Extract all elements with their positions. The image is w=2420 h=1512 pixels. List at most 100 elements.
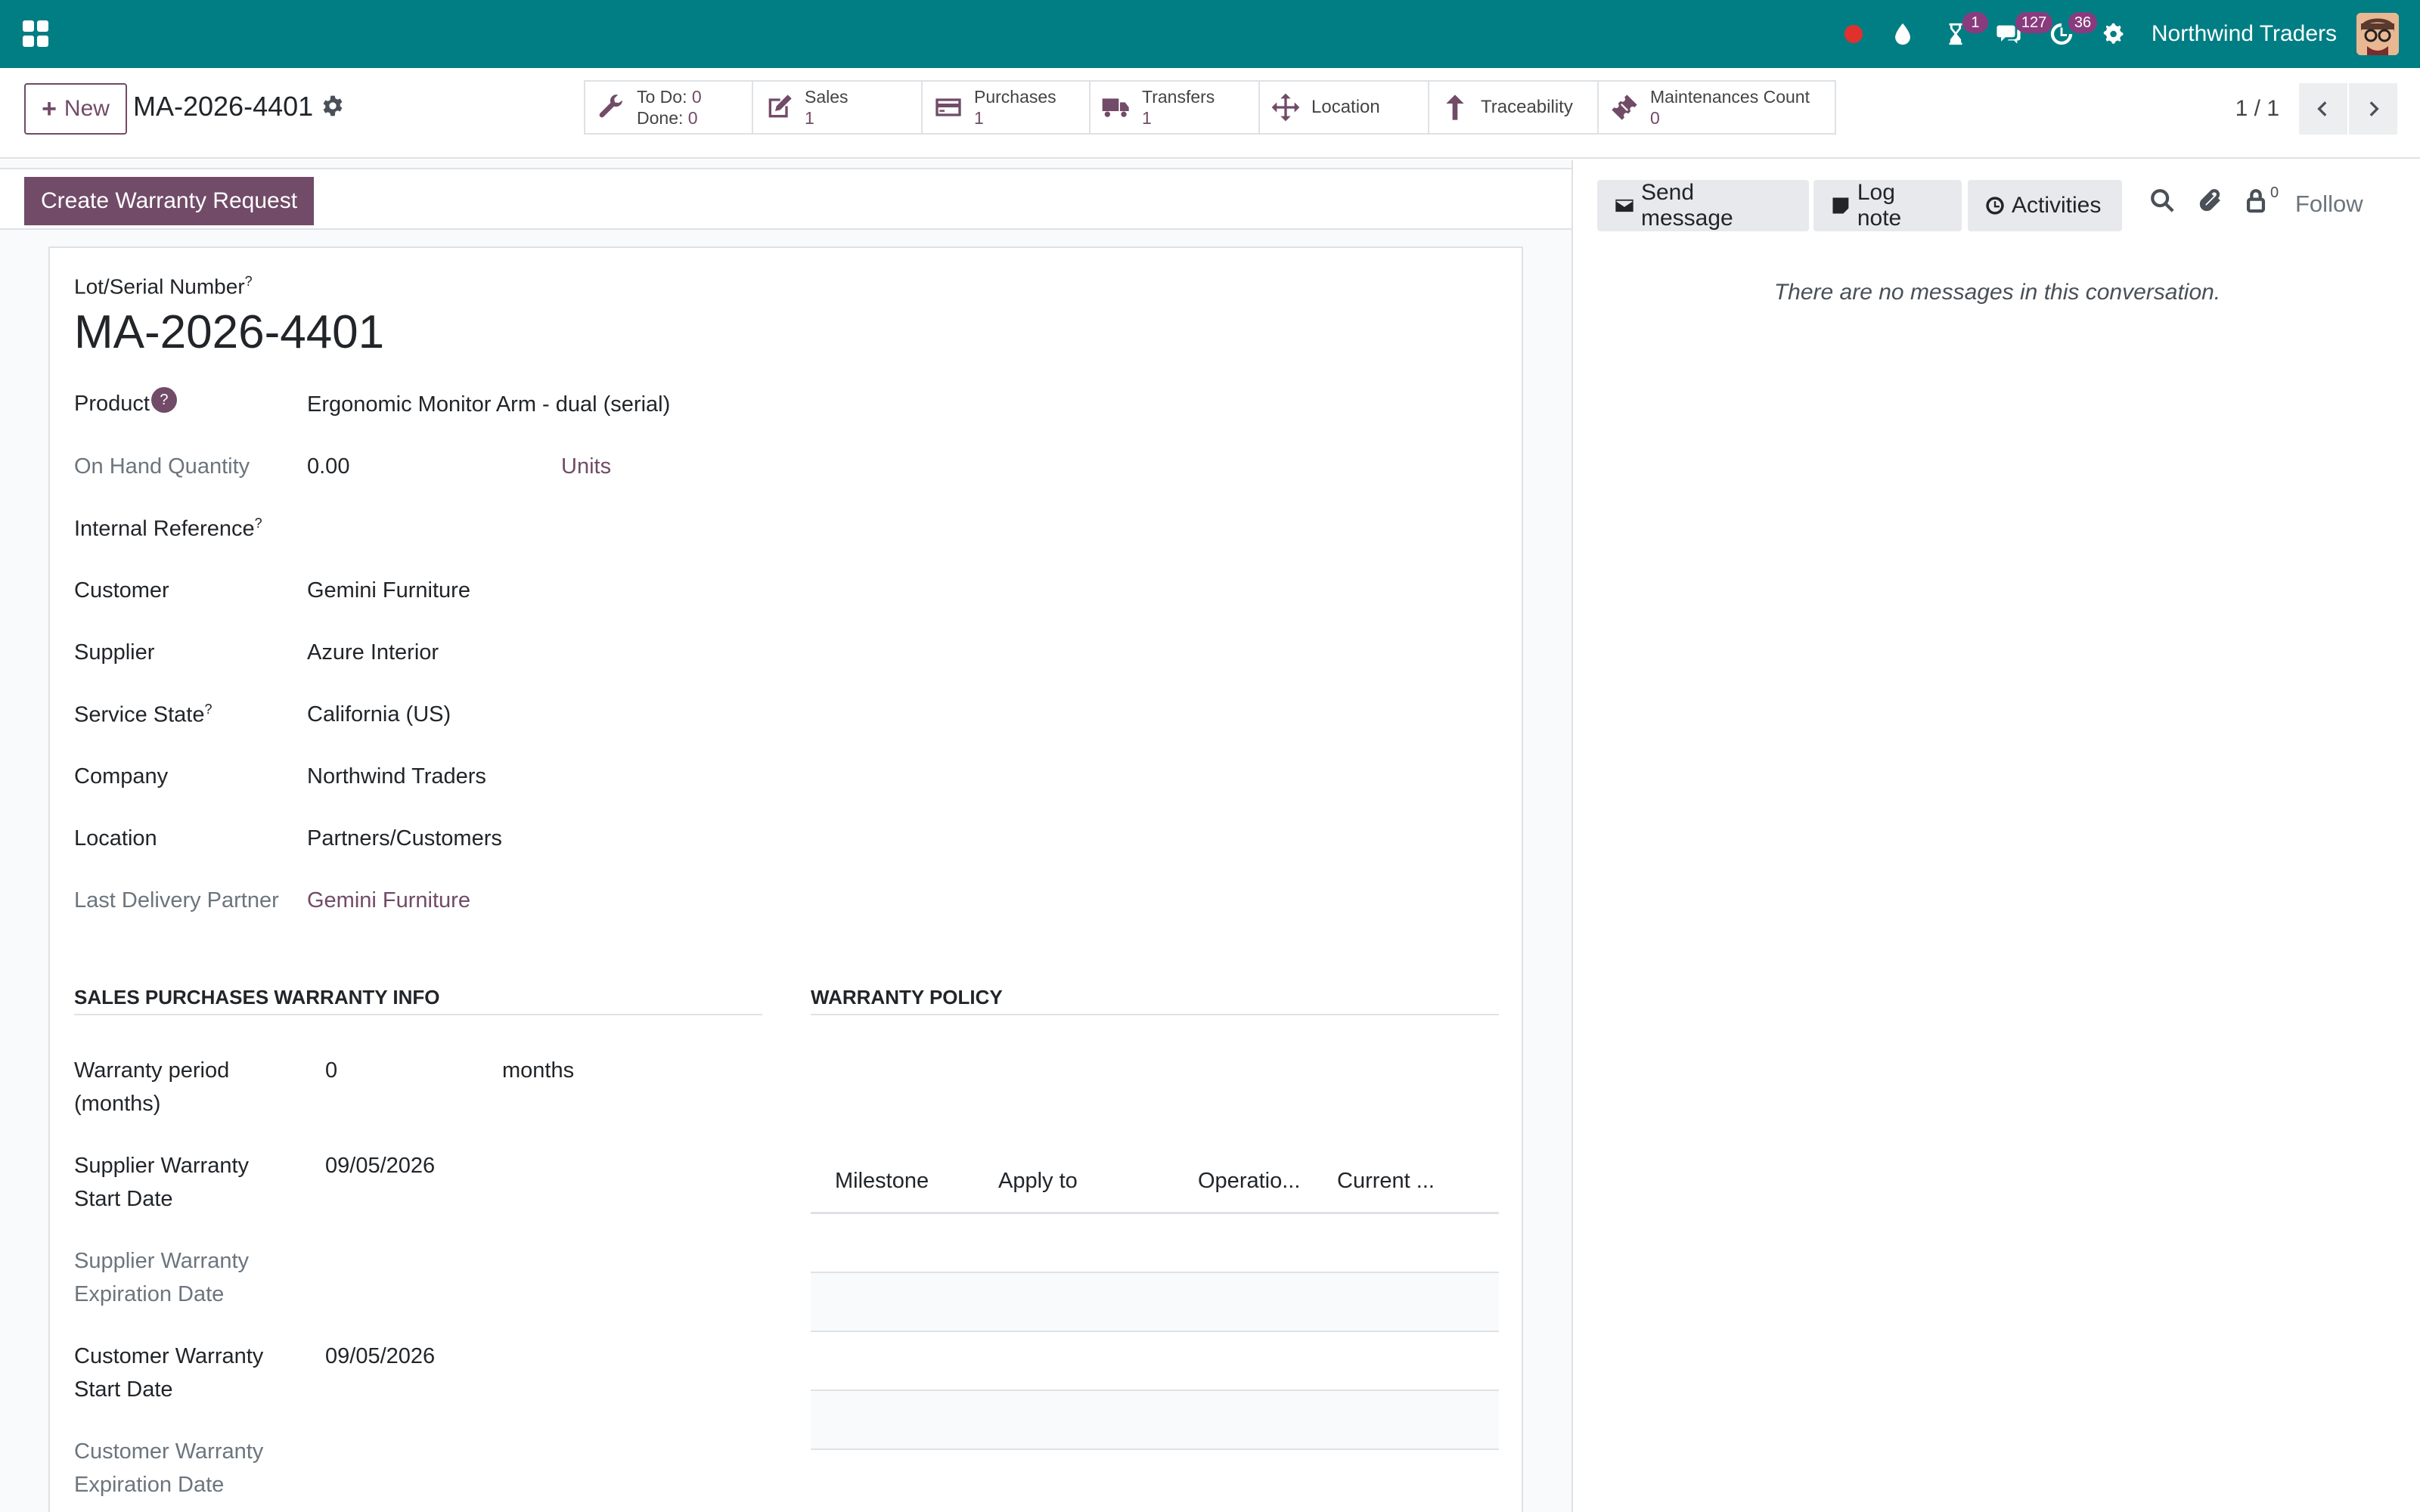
user-avatar[interactable] — [2356, 13, 2399, 55]
search-icon — [2151, 189, 2174, 212]
log-note-button[interactable]: Log note — [1813, 180, 1962, 231]
send-message-label: Send message — [1640, 180, 1733, 231]
edit-icon — [764, 92, 794, 122]
pager-next-button[interactable] — [2349, 83, 2397, 135]
supplier-field[interactable]: Azure Interior — [307, 640, 439, 665]
customer-warranty-start-label-line1: Customer Warranty — [74, 1344, 264, 1368]
company-switcher[interactable]: Northwind Traders — [2141, 21, 2356, 47]
user-avatar-icon — [2356, 13, 2399, 55]
on-hand-row: On Hand Quantity 0.00 Units — [74, 448, 1496, 485]
last-delivery-partner-link[interactable]: Gemini Furniture — [307, 888, 470, 913]
activity-timer-button[interactable]: 1 — [1929, 0, 1988, 68]
record-actions-gear[interactable] — [321, 94, 345, 118]
supplier-warranty-start-label-line1: Supplier Warranty — [74, 1154, 250, 1178]
send-message-button[interactable]: Send message — [1597, 180, 1809, 231]
form-sheet: Lot/Serial Number? MA-2026-4401 Product?… — [48, 246, 1523, 1512]
user-lock-icon — [2246, 189, 2266, 213]
service-state-label: Service State — [74, 702, 205, 727]
transfers-smart-button[interactable]: Transfers 1 — [1091, 82, 1260, 133]
create-warranty-request-button[interactable]: Create Warranty Request — [24, 177, 315, 225]
supplier-warranty-start-row: Supplier Warranty Start Date 09/05/2026 — [74, 1149, 762, 1216]
credit-card-icon — [933, 92, 963, 122]
lot-serial-label: Lot/Serial Number? — [74, 274, 253, 299]
traceability-smart-button[interactable]: Traceability — [1429, 82, 1599, 133]
customer-warranty-start-field[interactable]: 09/05/2026 — [325, 1340, 435, 1406]
done-label: Done: — [637, 108, 684, 128]
paperclip-icon — [2199, 189, 2220, 212]
location-smart-button[interactable]: Location — [1260, 82, 1429, 133]
maintenances-count-label: Maintenances Count — [1650, 87, 1810, 107]
internal-reference-field[interactable] — [307, 513, 912, 544]
lot-serial-value[interactable]: MA-2026-4401 — [74, 305, 384, 359]
internal-reference-help[interactable]: ? — [255, 516, 262, 531]
service-state-help[interactable]: ? — [204, 702, 212, 717]
settings-button[interactable] — [2088, 0, 2141, 68]
chatter-panel: Send message Log note Activities 0 Follo… — [1575, 160, 2420, 1512]
activities-button[interactable]: Activities — [1968, 180, 2122, 231]
warranty-period-field[interactable]: 0 — [325, 1054, 337, 1120]
on-hand-label: On Hand Quantity — [74, 454, 250, 479]
attachments-button[interactable] — [2198, 187, 2228, 218]
product-label: Product — [74, 392, 150, 416]
ticket-icon — [1609, 92, 1640, 122]
sales-smart-button[interactable]: Sales 1 — [753, 82, 923, 133]
column-header-apply-to[interactable]: Apply to — [974, 1169, 1174, 1194]
control-panel: + New MA-2026-4401 To Do: 0 Done: 0 Sale… — [0, 68, 2420, 159]
supplier-warranty-start-label-line2: Start Date — [74, 1187, 173, 1211]
customer-warranty-expiration-label-line1: Customer Warranty — [74, 1439, 264, 1464]
column-header-operation[interactable]: Operatio... — [1174, 1169, 1313, 1194]
supplier-label: Supplier — [74, 640, 155, 665]
done-value: 0 — [687, 108, 698, 128]
droplet-icon — [1894, 23, 1910, 45]
arrow-up-icon — [1440, 92, 1470, 122]
follow-button[interactable]: Follow — [2295, 191, 2363, 218]
purchases-smart-button[interactable]: Purchases 1 — [923, 82, 1091, 133]
column-header-milestone[interactable]: Milestone — [811, 1169, 974, 1194]
on-hand-units-link[interactable]: Units — [561, 454, 611, 479]
sales-value: 1 — [805, 108, 814, 128]
customer-warranty-expiration-field — [325, 1435, 703, 1468]
wrench-icon — [596, 92, 626, 122]
supplier-warranty-expiration-label-line2: Expiration Date — [74, 1282, 225, 1306]
location-row: Location Partners/Customers — [74, 820, 1496, 857]
form-area: Create Warranty Request Lot/Serial Numbe… — [0, 160, 1573, 1512]
new-button-label: New — [64, 96, 110, 121]
gears-icon — [2103, 23, 2124, 44]
envelope-icon — [1615, 199, 1634, 212]
follower-count: 0 — [2270, 184, 2279, 201]
droplet-button[interactable] — [1876, 0, 1929, 68]
move-arrows-icon — [1270, 92, 1301, 122]
truck-icon — [1101, 92, 1131, 122]
maintenances-count-smart-button[interactable]: Maintenances Count 0 — [1599, 82, 1835, 133]
apps-menu-icon[interactable] — [23, 20, 50, 48]
company-field[interactable]: Northwind Traders — [307, 764, 486, 789]
lot-serial-help[interactable]: ? — [245, 274, 253, 289]
supplier-warranty-start-field[interactable]: 09/05/2026 — [325, 1149, 435, 1216]
sales-label: Sales — [805, 87, 849, 107]
pager-previous-button[interactable] — [2299, 83, 2347, 135]
messaging-button[interactable]: 127 — [1982, 0, 2053, 68]
log-note-label: Log note — [1857, 180, 1902, 231]
plus-icon: + — [42, 94, 57, 123]
customer-field[interactable]: Gemini Furniture — [307, 578, 470, 603]
policy-table-header: Milestone Apply to Operatio... Current .… — [811, 1151, 1499, 1214]
maintenance-smart-button[interactable]: To Do: 0 Done: 0 — [585, 82, 753, 133]
pager: 1 / 1 — [2235, 83, 2397, 135]
product-help-icon[interactable]: ? — [150, 387, 177, 413]
service-state-field[interactable]: California (US) — [307, 702, 451, 727]
followers-button[interactable] — [2243, 187, 2273, 218]
search-messages-button[interactable] — [2149, 187, 2180, 218]
supplier-warranty-expiration-field — [325, 1244, 703, 1278]
product-field[interactable]: Ergonomic Monitor Arm - dual (serial) — [307, 392, 670, 417]
last-delivery-partner-label: Last Delivery Partner — [74, 888, 279, 912]
location-field[interactable]: Partners/Customers — [307, 826, 502, 851]
clock-button[interactable]: 36 — [2035, 0, 2098, 68]
new-button[interactable]: + New — [24, 83, 127, 135]
maintenances-count-value: 0 — [1650, 108, 1660, 128]
traceability-label: Traceability — [1481, 97, 1573, 117]
top-navbar: 1 127 36 Northwind Traders — [0, 0, 2420, 68]
purchases-value: 1 — [974, 108, 984, 128]
recording-indicator[interactable] — [1831, 0, 1876, 68]
column-header-current[interactable]: Current ... — [1313, 1169, 1464, 1194]
pager-value[interactable]: 1 / 1 — [2235, 96, 2279, 122]
